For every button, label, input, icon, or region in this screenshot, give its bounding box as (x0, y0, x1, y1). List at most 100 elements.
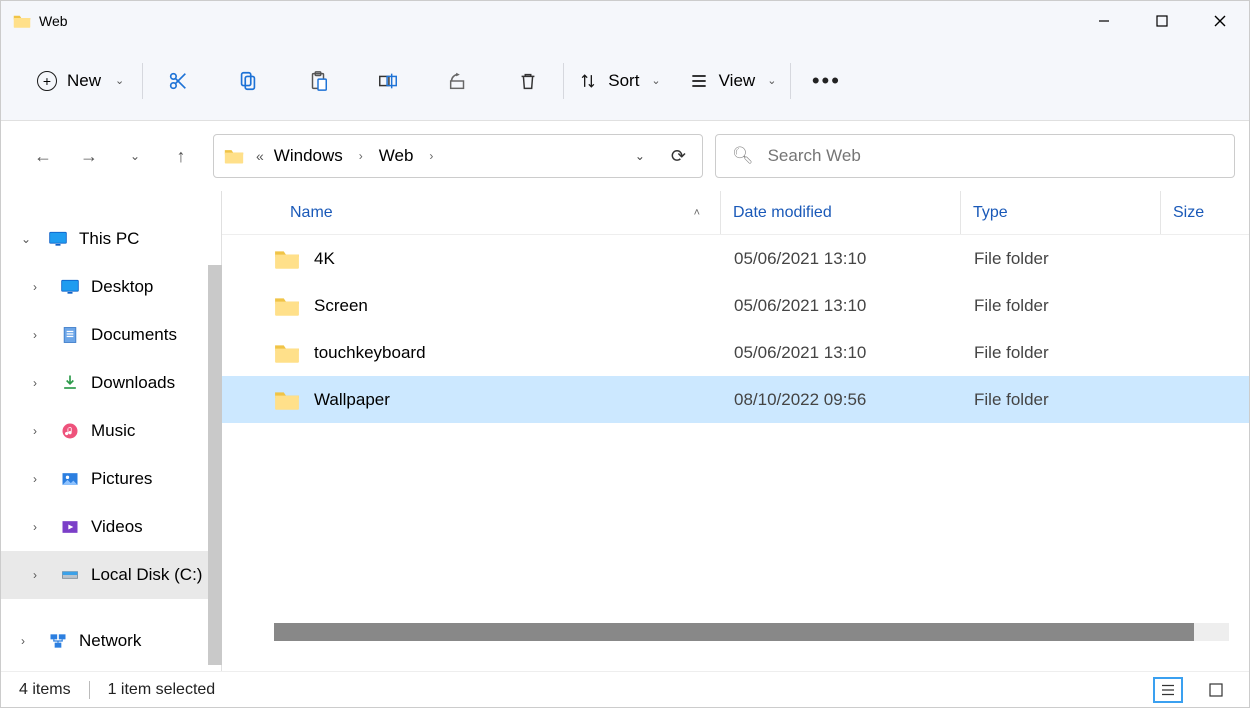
file-name: 4K (314, 249, 734, 269)
chevron-down-icon: ⌄ (651, 74, 660, 87)
search-box[interactable]: 🔍︎ (715, 134, 1235, 178)
chevron-down-icon: ⌄ (115, 74, 124, 87)
view-icon (689, 71, 709, 91)
column-size[interactable]: Size (1160, 191, 1249, 234)
details-view-button[interactable] (1153, 677, 1183, 703)
breadcrumb-overflow[interactable]: « (256, 148, 264, 164)
file-row[interactable]: Wallpaper08/10/2022 09:56File folder (222, 376, 1249, 423)
network-icon (47, 631, 69, 651)
chevron-right-icon: › (353, 149, 369, 163)
copy-button[interactable] (213, 57, 283, 105)
status-count: 4 items (19, 681, 71, 699)
file-date: 08/10/2022 09:56 (734, 390, 974, 410)
forward-button[interactable]: → (77, 144, 101, 168)
expand-icon[interactable]: › (33, 328, 49, 342)
file-row[interactable]: touchkeyboard05/06/2021 13:10File folder (222, 329, 1249, 376)
horizontal-scrollbar[interactable] (274, 623, 1229, 641)
file-name: Wallpaper (314, 390, 734, 410)
up-button[interactable]: ↑ (169, 144, 193, 168)
refresh-button[interactable]: ⟳ (665, 146, 692, 167)
folder-icon (274, 389, 300, 411)
videos-icon (59, 517, 81, 537)
new-label: New (67, 71, 101, 91)
file-date: 05/06/2021 13:10 (734, 296, 974, 316)
column-type[interactable]: Type (960, 191, 1160, 234)
nav-buttons: ← → ⌄ ↑ (15, 144, 201, 168)
search-input[interactable] (768, 146, 1218, 166)
collapse-icon[interactable]: ⌄ (21, 232, 37, 246)
file-row[interactable]: Screen05/06/2021 13:10File folder (222, 282, 1249, 329)
tree-music[interactable]: › Music (1, 407, 221, 455)
folder-icon (274, 342, 300, 364)
file-date: 05/06/2021 13:10 (734, 249, 974, 269)
navrow: ← → ⌄ ↑ « Windows › Web › ⌄ ⟳ 🔍︎ (1, 121, 1249, 191)
large-icons-view-button[interactable] (1201, 677, 1231, 703)
downloads-icon (59, 373, 81, 393)
search-icon: 🔍︎ (732, 146, 754, 166)
view-button[interactable]: View ⌄ (675, 57, 791, 105)
column-name[interactable]: Name ˄ (290, 204, 720, 222)
file-date: 05/06/2021 13:10 (734, 343, 974, 363)
sort-asc-icon: ˄ (694, 207, 700, 219)
tree-downloads[interactable]: › Downloads (1, 359, 221, 407)
window-title: Web (39, 13, 68, 29)
minimize-button[interactable] (1075, 1, 1133, 41)
expand-icon[interactable]: › (33, 376, 49, 390)
expand-icon[interactable]: › (33, 472, 49, 486)
explorer-window: Web + New ⌄ Sort ⌄ View ⌄ ••• (0, 0, 1250, 708)
expand-icon[interactable]: › (33, 280, 49, 294)
more-button[interactable]: ••• (791, 57, 861, 105)
sidebar: ⌄ This PC › Desktop › Documents › Downlo… (1, 191, 221, 671)
file-type: File folder (974, 249, 1174, 269)
share-button[interactable] (423, 57, 493, 105)
breadcrumb-item[interactable]: Windows (274, 146, 343, 166)
paste-button[interactable] (283, 57, 353, 105)
file-list: 4K05/06/2021 13:10File folderScreen05/06… (222, 235, 1249, 671)
sort-button[interactable]: Sort ⌄ (564, 57, 674, 105)
file-name: touchkeyboard (314, 343, 734, 363)
expand-icon[interactable]: › (33, 520, 49, 534)
close-button[interactable] (1191, 1, 1249, 41)
documents-icon (59, 325, 81, 345)
new-button[interactable]: + New ⌄ (11, 57, 142, 105)
tree-local-disk[interactable]: › Local Disk (C:) (1, 551, 221, 599)
expand-icon[interactable]: › (33, 568, 49, 582)
expand-icon[interactable]: › (21, 634, 37, 648)
folder-icon (224, 147, 244, 165)
delete-button[interactable] (493, 57, 563, 105)
rename-button[interactable] (353, 57, 423, 105)
folder-icon (274, 248, 300, 270)
chevron-right-icon: › (423, 149, 439, 163)
tree-network[interactable]: › Network (1, 617, 221, 665)
folder-icon (13, 13, 31, 29)
column-date[interactable]: Date modified (720, 191, 960, 234)
status-selection: 1 item selected (108, 681, 216, 699)
file-type: File folder (974, 390, 1174, 410)
drive-icon (59, 565, 81, 585)
tree-documents[interactable]: › Documents (1, 311, 221, 359)
monitor-icon (47, 229, 69, 249)
tree-this-pc[interactable]: ⌄ This PC (1, 215, 221, 263)
music-icon (59, 421, 81, 441)
chevron-down-icon: ⌄ (767, 74, 776, 87)
breadcrumb-item[interactable]: Web (379, 146, 414, 166)
recent-button[interactable]: ⌄ (123, 144, 147, 168)
desktop-icon (59, 277, 81, 297)
file-row[interactable]: 4K05/06/2021 13:10File folder (222, 235, 1249, 282)
breadcrumb-dropdown[interactable]: ⌄ (625, 149, 655, 163)
tree-videos[interactable]: › Videos (1, 503, 221, 551)
titlebar: Web (1, 1, 1249, 41)
body: ⌄ This PC › Desktop › Documents › Downlo… (1, 191, 1249, 671)
file-name: Screen (314, 296, 734, 316)
expand-icon[interactable]: › (33, 424, 49, 438)
maximize-button[interactable] (1133, 1, 1191, 41)
cut-button[interactable] (143, 57, 213, 105)
tree-desktop[interactable]: › Desktop (1, 263, 221, 311)
back-button[interactable]: ← (31, 144, 55, 168)
sort-icon (578, 71, 598, 91)
file-type: File folder (974, 343, 1174, 363)
statusbar: 4 items 1 item selected (1, 671, 1249, 707)
breadcrumb[interactable]: « Windows › Web › ⌄ ⟳ (213, 134, 703, 178)
tree-pictures[interactable]: › Pictures (1, 455, 221, 503)
vertical-scrollbar[interactable] (208, 265, 222, 621)
